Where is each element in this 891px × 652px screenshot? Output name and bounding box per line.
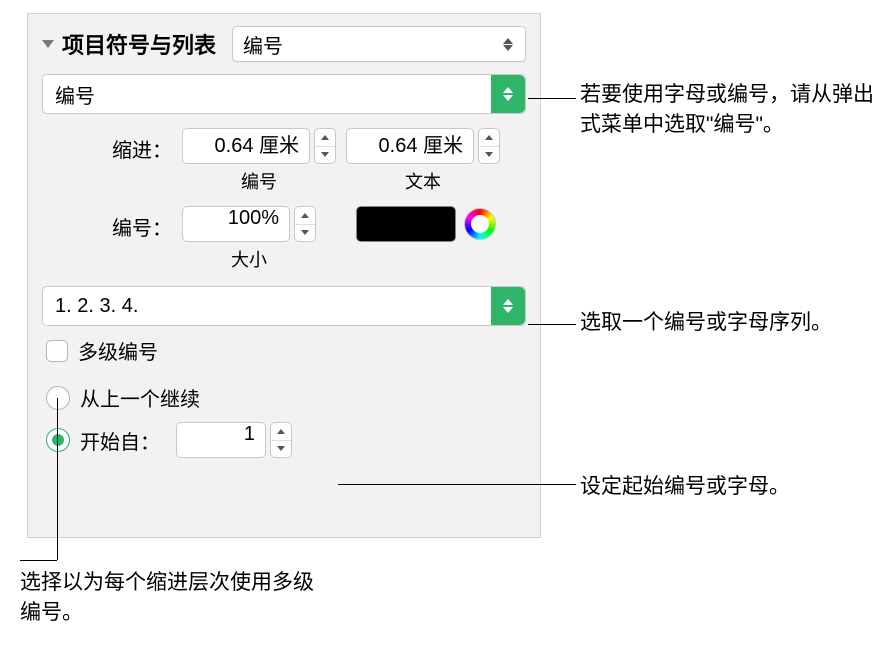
callout-3: 设定起始编号或字母。 <box>580 472 880 502</box>
tiered-numbers-row: 多级编号 <box>42 336 526 365</box>
indent-number-stepper[interactable]: 0.64 厘米 <box>182 128 336 164</box>
dropdown-cap-icon <box>491 287 525 325</box>
stepper-buttons[interactable] <box>314 128 336 164</box>
color-wheel-icon[interactable] <box>464 208 496 240</box>
dropdown-cap-icon <box>491 75 525 113</box>
tiered-numbers-checkbox[interactable] <box>46 340 68 362</box>
number-sequence-value: 1. 2. 3. 4. <box>55 295 491 318</box>
section-header: 项目符号与列表 编号 <box>42 26 526 62</box>
callout-leader <box>528 98 576 99</box>
continue-radio[interactable] <box>46 386 70 410</box>
start-from-input[interactable]: 1 <box>176 422 266 458</box>
callout-leader <box>57 398 58 560</box>
continue-row: 从上一个继续 <box>42 383 526 412</box>
continue-label: 从上一个继续 <box>80 383 200 412</box>
callout-leader <box>338 484 576 485</box>
size-stepper[interactable]: 100% <box>182 206 316 242</box>
number-sequence-dropdown[interactable]: 1. 2. 3. 4. <box>42 286 526 326</box>
indent-block: 缩进： 0.64 厘米 编号 0.64 厘米 <box>42 128 526 194</box>
indent-number-input[interactable]: 0.64 厘米 <box>182 128 310 164</box>
bullet-type-dropdown[interactable]: 编号 <box>42 74 526 114</box>
tiered-numbers-label: 多级编号 <box>78 336 158 365</box>
list-style-value: 编号 <box>243 30 501 59</box>
stepper-buttons[interactable] <box>294 206 316 242</box>
bullets-lists-panel: 项目符号与列表 编号 编号 缩进： 0.64 厘米 <box>27 13 541 538</box>
indent-text-sublabel: 文本 <box>405 168 441 194</box>
start-from-label: 开始自： <box>80 426 160 455</box>
chevrons-icon <box>501 38 515 51</box>
indent-number-sublabel: 编号 <box>241 168 277 194</box>
size-row: 编号： 100% 大小 <box>42 206 526 272</box>
indent-text-stepper[interactable]: 0.64 厘米 <box>346 128 500 164</box>
callout-leader <box>20 560 57 561</box>
stepper-buttons[interactable] <box>478 128 500 164</box>
start-from-row: 开始自： 1 <box>42 422 526 458</box>
size-label: 编号： <box>102 206 172 241</box>
indent-label: 缩进： <box>102 128 172 163</box>
section-title: 项目符号与列表 <box>62 28 216 60</box>
size-sublabel: 大小 <box>231 246 267 272</box>
disclosure-triangle-icon[interactable] <box>42 40 54 48</box>
callout-2: 选取一个编号或字母序列。 <box>580 308 840 338</box>
color-swatch[interactable] <box>356 206 456 242</box>
start-from-stepper[interactable]: 1 <box>176 422 292 458</box>
callout-leader <box>528 324 576 325</box>
stepper-buttons[interactable] <box>270 422 292 458</box>
callout-1: 若要使用字母或编号，请从弹出式菜单中选取"编号"。 <box>580 80 880 141</box>
indent-text-input[interactable]: 0.64 厘米 <box>346 128 474 164</box>
bullet-type-value: 编号 <box>55 80 491 109</box>
list-style-dropdown[interactable]: 编号 <box>232 26 526 62</box>
size-input[interactable]: 100% <box>182 206 290 242</box>
start-from-radio[interactable] <box>46 428 70 452</box>
callout-4: 选择以为每个缩进层次使用多级编号。 <box>20 568 320 629</box>
